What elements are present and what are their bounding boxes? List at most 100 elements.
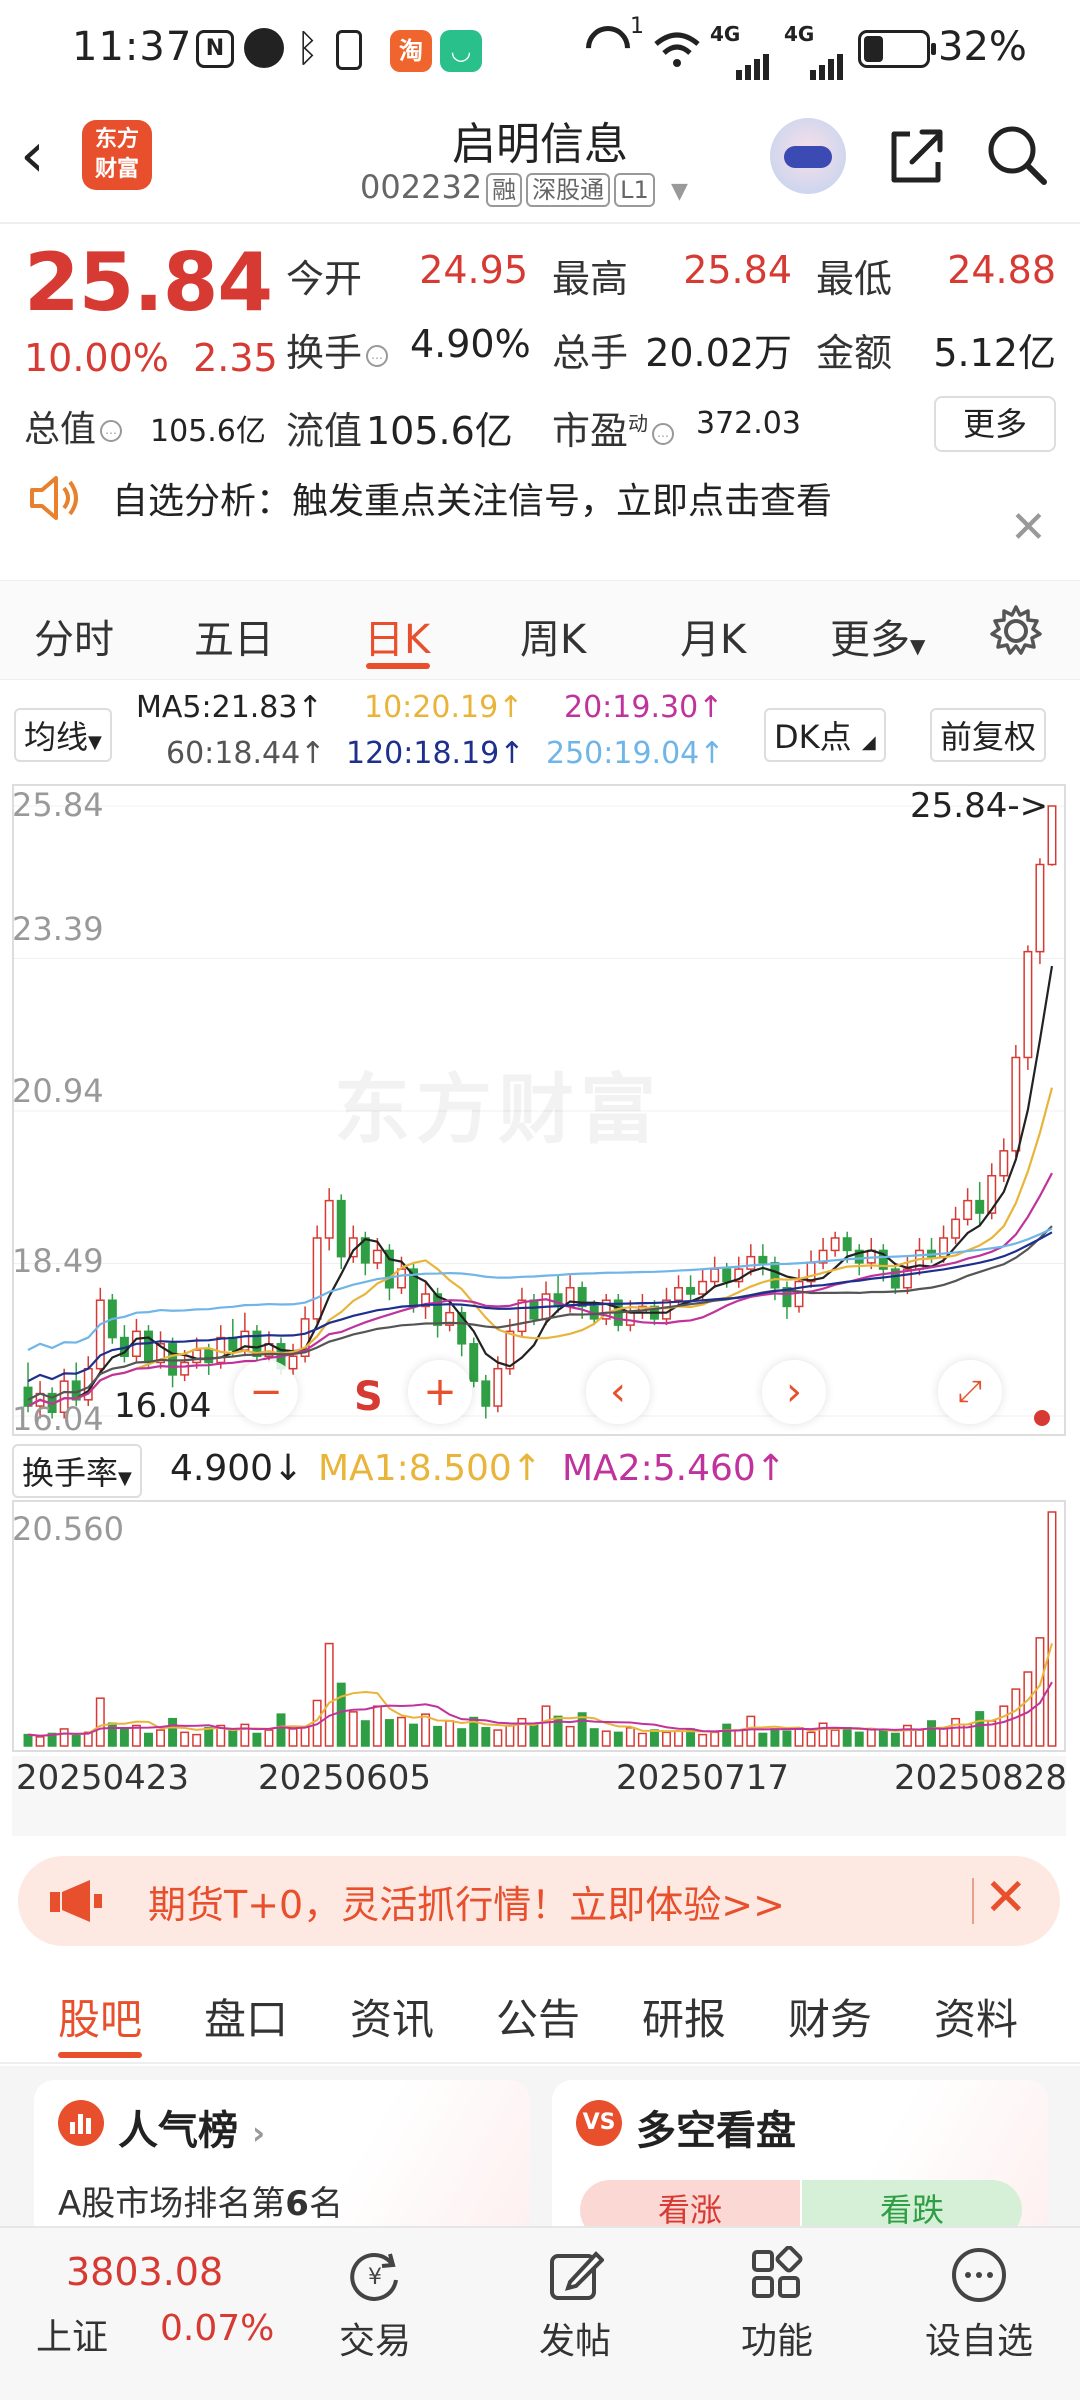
pe-label[interactable]: 市盈动…: [552, 400, 678, 455]
volume-bar: [481, 1727, 491, 1747]
tab-intraday[interactable]: 分时: [34, 607, 114, 665]
volume-bar: [794, 1727, 804, 1747]
close-banner-button[interactable]: ✕: [984, 1868, 1028, 1928]
volume-bar: [493, 1729, 503, 1747]
high-label: 最高: [552, 257, 629, 301]
volume-bar: [276, 1713, 286, 1747]
open-value: 24.95: [419, 248, 528, 292]
edit-icon: [550, 2251, 604, 2300]
more-circle-icon: [952, 2248, 1006, 2302]
volume-bar: [674, 1730, 684, 1747]
volume-indicator-selector[interactable]: 换手率▼: [12, 1444, 142, 1498]
volume-bar: [384, 1719, 394, 1747]
tab-more[interactable]: 更多▼: [830, 607, 925, 665]
ai-assistant-button[interactable]: [770, 118, 846, 194]
volume-bar: [168, 1717, 178, 1747]
volume-bar: [505, 1724, 515, 1747]
high-value: 25.84: [683, 248, 792, 292]
trade-button[interactable]: ¥ 交易: [310, 2246, 440, 2364]
dk-point-button[interactable]: DK点 ◢: [764, 708, 886, 762]
index-name[interactable]: 上证: [36, 2308, 108, 2360]
tab-weekly-k[interactable]: 周K: [520, 607, 586, 665]
section-announcements[interactable]: 公告: [496, 1986, 580, 2047]
fullscreen-button[interactable]: ⤢: [938, 1360, 1002, 1424]
volume-bar: [722, 1723, 732, 1747]
price-adjust-button[interactable]: 前复权: [930, 708, 1047, 762]
close-notice-button[interactable]: ✕: [1010, 502, 1047, 553]
ma10-value: 10:20.19↑: [364, 690, 524, 725]
battery-percent: 32%: [938, 24, 1027, 70]
ma5-line: [27, 965, 1054, 1408]
volume-chart[interactable]: 20.560: [12, 1500, 1066, 1752]
bull-bear-title: 多空看盘: [636, 2108, 796, 2154]
candle: [830, 1237, 840, 1252]
volume-bar: [119, 1728, 129, 1747]
stock-code-line[interactable]: 002232 融深股通 L1 ▼: [360, 168, 688, 207]
pe-value: 372.03: [696, 406, 801, 441]
candle: [686, 1287, 696, 1295]
settings-button[interactable]: [988, 603, 1044, 659]
indicator-selector[interactable]: 均线▼: [14, 708, 112, 762]
chevron-down-icon: ▼: [88, 732, 102, 753]
volume-bar: [445, 1720, 455, 1747]
chevron-down-icon: ▼: [670, 179, 688, 204]
volume-bar: [192, 1733, 202, 1747]
index-value[interactable]: 3803.08: [66, 2250, 223, 2294]
volume-legend: 换手率▼ 4.900↓ MA1:8.500↑ MA2:5.460↑: [12, 1440, 1066, 1504]
popularity-rank: A股市场排名第6名: [58, 2184, 343, 2224]
notice-text[interactable]: 自选分析：触发重点关注信号，立即点击查看: [112, 472, 832, 524]
app-notification-icon: ◡: [440, 30, 482, 72]
candle: [529, 1299, 539, 1320]
notice-bar[interactable]: 自选分析：触发重点关注信号，立即点击查看 ✕: [0, 468, 1080, 578]
low-label: 最低: [816, 257, 893, 301]
zoom-in-button[interactable]: +: [408, 1360, 472, 1424]
volume-bar: [228, 1730, 238, 1747]
add-watchlist-button[interactable]: 设自选: [914, 2246, 1044, 2364]
y-tick-label: 20.94: [12, 1072, 104, 1110]
banner-text[interactable]: 期货T+0，灵活抓行情！立即体验>>: [148, 1874, 785, 1929]
vol-ma1-line: [27, 1643, 1053, 1737]
futures-promo-banner[interactable]: 期货T+0，灵活抓行情！立即体验>> ✕: [18, 1856, 1060, 1946]
search-button[interactable]: [984, 122, 1050, 188]
turnover-label[interactable]: 换手…: [286, 322, 392, 377]
volume-bar: [360, 1720, 370, 1747]
candle: [975, 1199, 985, 1214]
zoom-out-button[interactable]: −: [234, 1360, 298, 1424]
functions-button[interactable]: 功能: [712, 2246, 842, 2364]
section-forum[interactable]: 股吧: [58, 1986, 142, 2047]
volume-bar: [830, 1729, 840, 1747]
post-button[interactable]: 发帖: [510, 2246, 640, 2364]
volume-bar: [59, 1728, 69, 1747]
section-research[interactable]: 研报: [642, 1986, 726, 2047]
share-button[interactable]: [884, 124, 948, 188]
market-cap-label[interactable]: 总值…: [24, 400, 126, 452]
section-orderbook[interactable]: 盘口: [204, 1986, 288, 2047]
section-financials[interactable]: 财务: [788, 1986, 872, 2047]
volume-bar: [107, 1722, 117, 1747]
volume-bar: [999, 1705, 1009, 1747]
section-profile[interactable]: 资料: [934, 1986, 1018, 2047]
section-news[interactable]: 资讯: [350, 1986, 434, 2047]
index-change[interactable]: 0.07%: [160, 2308, 274, 2349]
active-tab-indicator: [366, 663, 430, 669]
pan-left-button[interactable]: ‹: [586, 1360, 650, 1424]
candle: [288, 1355, 298, 1370]
more-button[interactable]: 更多: [934, 396, 1056, 452]
volume-bar: [649, 1729, 659, 1747]
pan-right-button[interactable]: ›: [762, 1360, 826, 1424]
kline-chart[interactable]: 25.84 23.39 20.94 18.49 16.04 25.84-> 16…: [12, 784, 1066, 1438]
tab-monthly-k[interactable]: 月K: [680, 607, 746, 665]
volume-bar: [927, 1720, 936, 1747]
tab-daily-k[interactable]: 日K: [364, 607, 430, 665]
tab-five-day[interactable]: 五日: [194, 607, 274, 665]
grid-icon: [752, 2246, 803, 2298]
change-amount: 2.35: [193, 336, 278, 380]
market-cap-value: 105.6亿: [150, 414, 266, 449]
network-type-2: 4G: [784, 22, 815, 46]
low-price-marker: 16.04: [114, 1386, 212, 1426]
candle: [1047, 805, 1057, 866]
ma120-value: 120:18.19↑: [346, 736, 525, 771]
volume-bar: [613, 1731, 623, 1747]
level-tag: L1: [614, 173, 655, 207]
volume-bar: [95, 1697, 105, 1747]
